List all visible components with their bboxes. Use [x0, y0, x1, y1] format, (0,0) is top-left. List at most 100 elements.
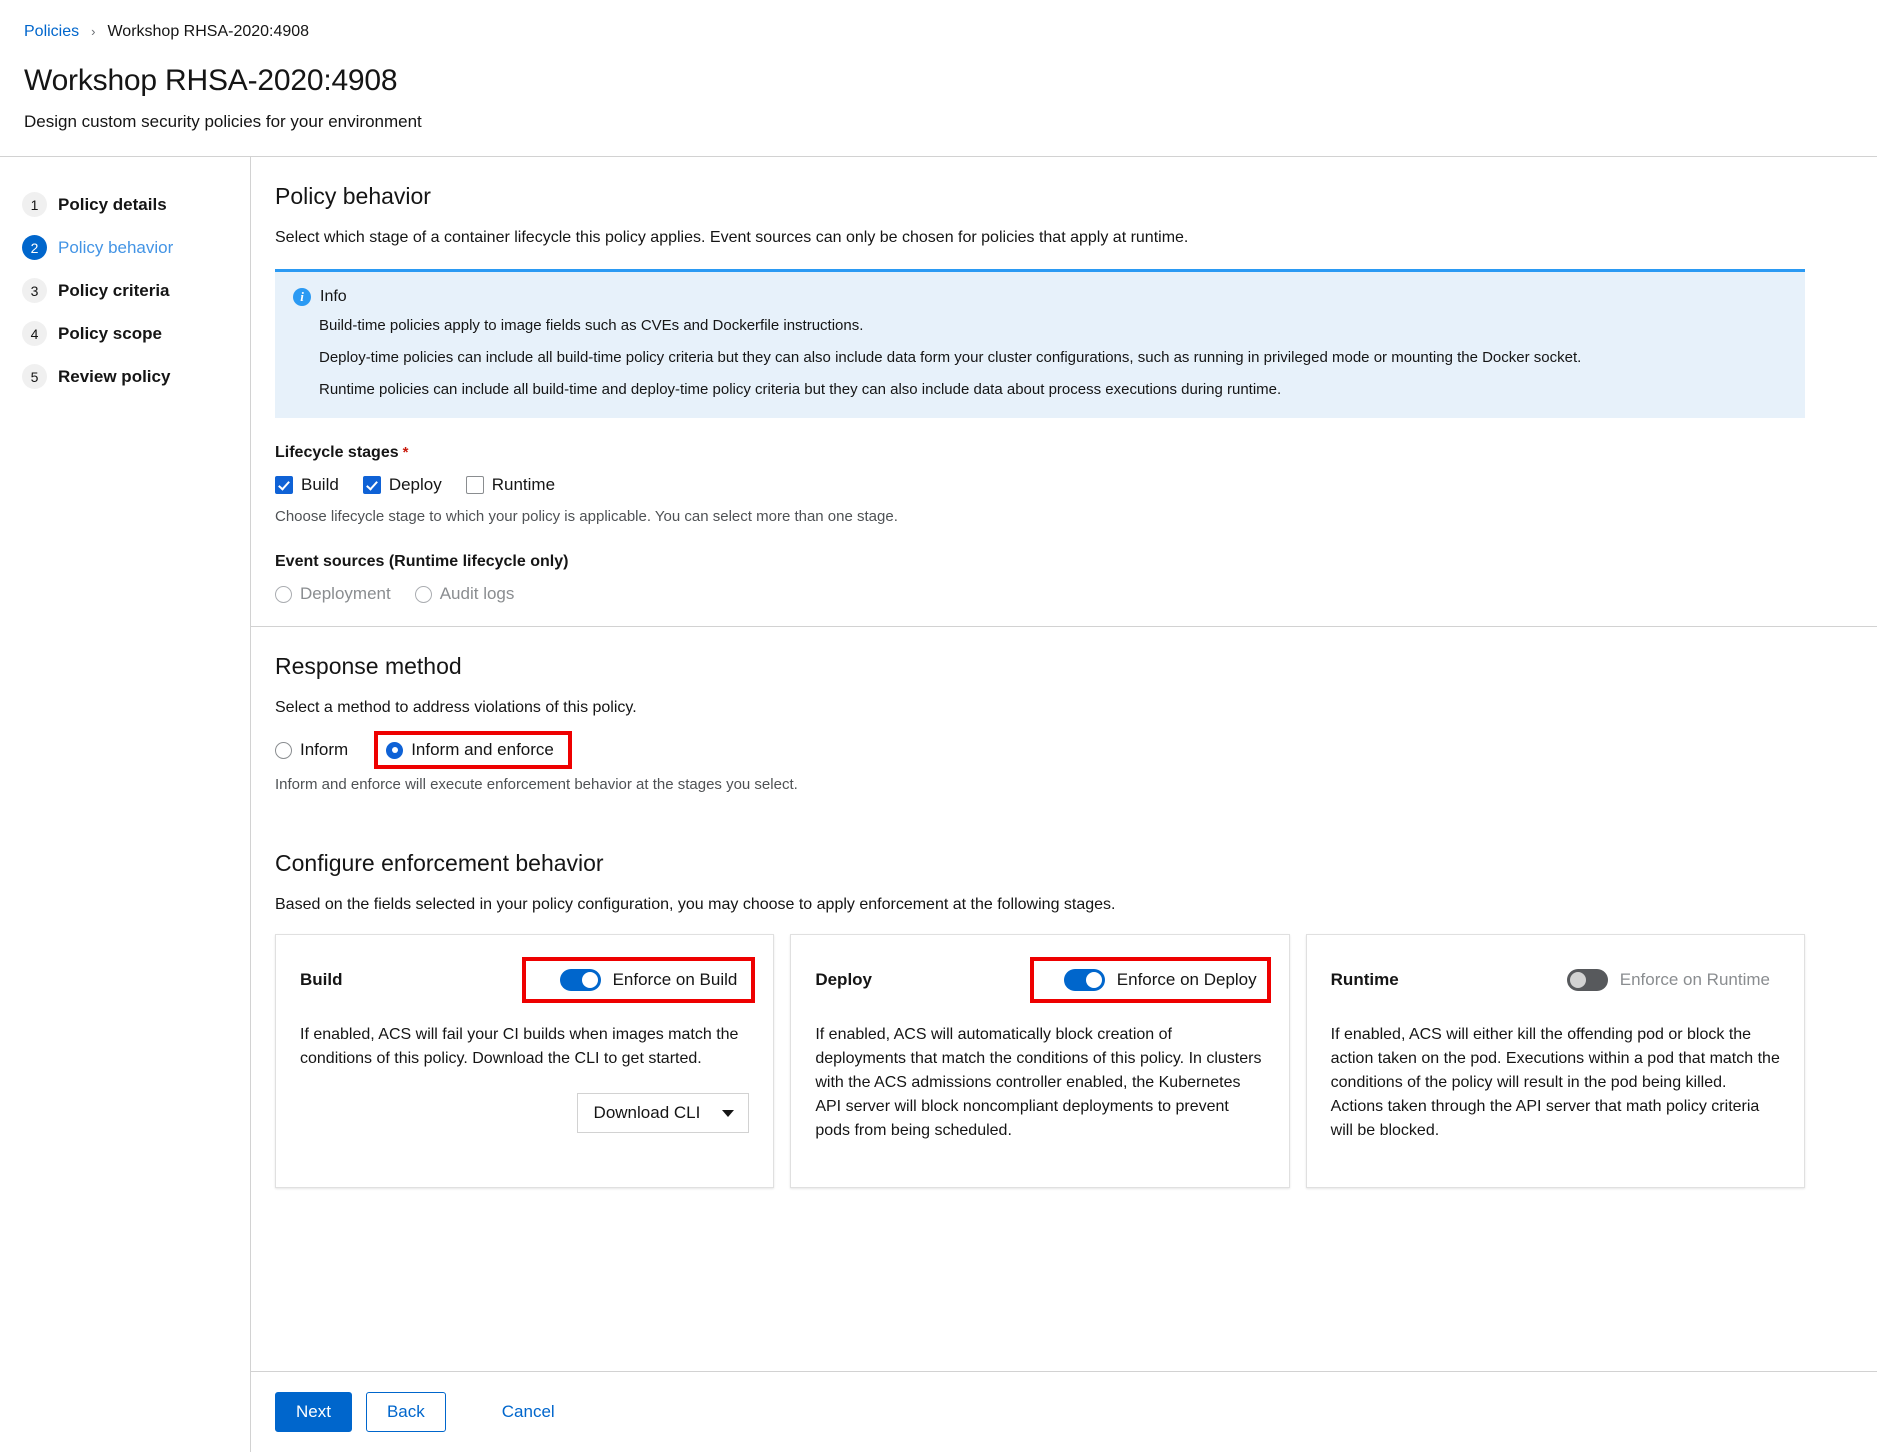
toggle-enforce-on-deploy-label: Enforce on Deploy: [1116, 970, 1257, 989]
radio-deployment[interactable]: Deployment: [275, 584, 391, 604]
checkbox-deploy[interactable]: Deploy: [362, 475, 442, 495]
info-alert-title: Info: [320, 288, 347, 305]
wizard-content: Policy behavior Select which stage of a …: [251, 157, 1877, 1371]
annotation-box-enforce-on-deploy: Enforce on Deploy: [1029, 957, 1271, 1003]
enforcement-heading: Configure enforcement behavior: [275, 850, 604, 876]
step-label: Policy behavior: [58, 237, 174, 257]
radio-unselected-icon[interactable]: [275, 585, 292, 603]
card-header: Build Enforce on Build: [300, 957, 756, 1003]
radio-audit-logs-label: Audit logs: [439, 584, 515, 603]
wizard-step-nav: 1 Policy details 2 Policy behavior 3 Pol…: [0, 157, 251, 1452]
lifecycle-stages-field: Lifecycle stages * Build Deploy Runtime …: [275, 444, 1853, 527]
sidebar-step-policy-criteria[interactable]: 3 Policy criteria: [0, 269, 250, 312]
checkbox-build[interactable]: Build: [275, 475, 339, 495]
policy-behavior-section: Policy behavior Select which stage of a …: [251, 157, 1877, 627]
enforcement-section: Configure enforcement behavior Based on …: [251, 814, 1877, 1210]
sidebar-step-policy-details[interactable]: 1 Policy details: [0, 183, 250, 226]
response-method-description: Select a method to address violations of…: [275, 699, 637, 716]
card-header: Deploy Enforce on Deploy: [815, 957, 1271, 1003]
next-button[interactable]: Next: [275, 1392, 352, 1432]
checkbox-unchecked-icon[interactable]: [465, 476, 484, 494]
step-number: 2: [22, 235, 47, 260]
annotation-box-enforce-on-build: Enforce on Build: [521, 957, 756, 1003]
toggle-enforce-on-deploy[interactable]: [1063, 969, 1105, 991]
event-sources-label: Event sources (Runtime lifecycle only): [275, 553, 569, 570]
radio-inform-label: Inform: [300, 740, 349, 759]
policy-wizard: 1 Policy details 2 Policy behavior 3 Pol…: [0, 157, 1877, 1452]
checkbox-build-label: Build: [301, 475, 339, 494]
response-method-options: Inform Inform and enforce: [275, 731, 1853, 769]
wizard-main: Policy behavior Select which stage of a …: [251, 157, 1877, 1452]
checkbox-runtime[interactable]: Runtime: [465, 475, 555, 495]
policy-behavior-description: Select which stage of a container lifecy…: [275, 229, 1189, 246]
toggle-group-runtime: Enforce on Runtime: [1566, 969, 1780, 991]
step-label: Policy details: [58, 194, 167, 214]
info-circle-icon: i: [293, 288, 311, 306]
toggle-knob: [1085, 972, 1102, 988]
page-subtitle: Design custom security policies for your…: [24, 112, 422, 131]
annotation-box-inform-and-enforce: Inform and enforce: [374, 731, 572, 769]
card-body-deploy: If enabled, ACS will automatically block…: [815, 1026, 1262, 1139]
step-label: Policy scope: [58, 323, 162, 343]
toggle-group-deploy: Enforce on Deploy: [1029, 957, 1271, 1003]
radio-inform-and-enforce[interactable]: Inform and enforce: [386, 740, 554, 760]
info-alert-line: Build-time policies apply to image field…: [319, 317, 864, 334]
download-cli-label: Download CLI: [593, 1103, 701, 1122]
checkbox-checked-icon[interactable]: [362, 476, 381, 494]
lifecycle-stages-helper: Choose lifecycle stage to which your pol…: [275, 508, 898, 525]
back-button[interactable]: Back: [365, 1392, 446, 1432]
step-number: 4: [22, 321, 47, 346]
card-title-runtime: Runtime: [1330, 970, 1399, 989]
toggle-enforce-on-runtime[interactable]: [1566, 969, 1608, 991]
card-body-runtime: If enabled, ACS will either kill the off…: [1330, 1026, 1780, 1139]
step-number: 5: [22, 364, 47, 389]
step-number: 3: [22, 278, 47, 303]
required-marker: *: [402, 444, 409, 461]
toggle-enforce-on-runtime-label: Enforce on Runtime: [1619, 970, 1770, 989]
breadcrumb-current: Workshop RHSA-2020:4908: [107, 23, 310, 40]
checkbox-deploy-label: Deploy: [388, 475, 442, 494]
step-number: 1: [22, 192, 47, 217]
sidebar-step-policy-scope[interactable]: 4 Policy scope: [0, 312, 250, 355]
response-method-heading: Response method: [275, 653, 462, 679]
lifecycle-stages-label: Lifecycle stages *: [275, 444, 1853, 462]
response-method-helper: Inform and enforce will execute enforcem…: [275, 776, 798, 793]
event-sources-options: Deployment Audit logs: [275, 584, 1853, 604]
card-title-build: Build: [300, 970, 343, 989]
enforcement-card-runtime: Runtime Enforce on Runtime If enabled, A…: [1305, 934, 1805, 1188]
lifecycle-stages-label-text: Lifecycle stages: [275, 444, 399, 461]
sidebar-step-review-policy[interactable]: 5 Review policy: [0, 355, 250, 398]
enforcement-card-build: Build Enforce on Build If enabled, ACS w…: [275, 934, 775, 1188]
sidebar-step-policy-behavior[interactable]: 2 Policy behavior: [0, 226, 250, 269]
toggle-group-build: Enforce on Build: [521, 957, 756, 1003]
card-header: Runtime Enforce on Runtime: [1331, 959, 1780, 1001]
card-title-deploy: Deploy: [815, 970, 873, 989]
toggle-knob: [581, 972, 598, 988]
breadcrumb-separator-icon: ›: [91, 24, 96, 39]
breadcrumb: Policies › Workshop RHSA-2020:4908: [24, 22, 1853, 42]
radio-audit-logs[interactable]: Audit logs: [414, 584, 515, 604]
enforcement-description: Based on the fields selected in your pol…: [275, 896, 1116, 913]
breadcrumb-link-policies[interactable]: Policies: [24, 22, 79, 42]
info-alert-header: i Info: [293, 288, 1787, 306]
toggle-enforce-on-build[interactable]: [559, 969, 601, 991]
radio-inform[interactable]: Inform: [275, 740, 348, 760]
checkbox-checked-icon[interactable]: [275, 476, 293, 494]
download-cli-dropdown[interactable]: Download CLI: [576, 1093, 750, 1133]
toggle-knob: [1569, 972, 1586, 988]
radio-inform-and-enforce-label: Inform and enforce: [411, 740, 554, 759]
radio-unselected-icon[interactable]: [414, 585, 432, 603]
step-label: Policy criteria: [58, 280, 170, 300]
lifecycle-stages-options: Build Deploy Runtime: [275, 475, 1853, 495]
cancel-button[interactable]: Cancel: [486, 1394, 571, 1430]
page-title: Workshop RHSA-2020:4908: [24, 64, 398, 97]
radio-selected-icon[interactable]: [386, 741, 404, 759]
info-alert-line: Runtime policies can include all build-t…: [319, 381, 1282, 398]
policy-behavior-heading: Policy behavior: [275, 183, 431, 209]
chevron-down-icon: [722, 1109, 735, 1117]
radio-unselected-icon[interactable]: [275, 741, 292, 759]
info-alert-line: Deploy-time policies can include all bui…: [319, 349, 1582, 366]
card-body-build: If enabled, ACS will fail your CI builds…: [300, 1026, 739, 1067]
event-sources-field: Event sources (Runtime lifecycle only) D…: [275, 553, 1853, 604]
enforcement-cards: Build Enforce on Build If enabled, ACS w…: [275, 934, 1805, 1188]
